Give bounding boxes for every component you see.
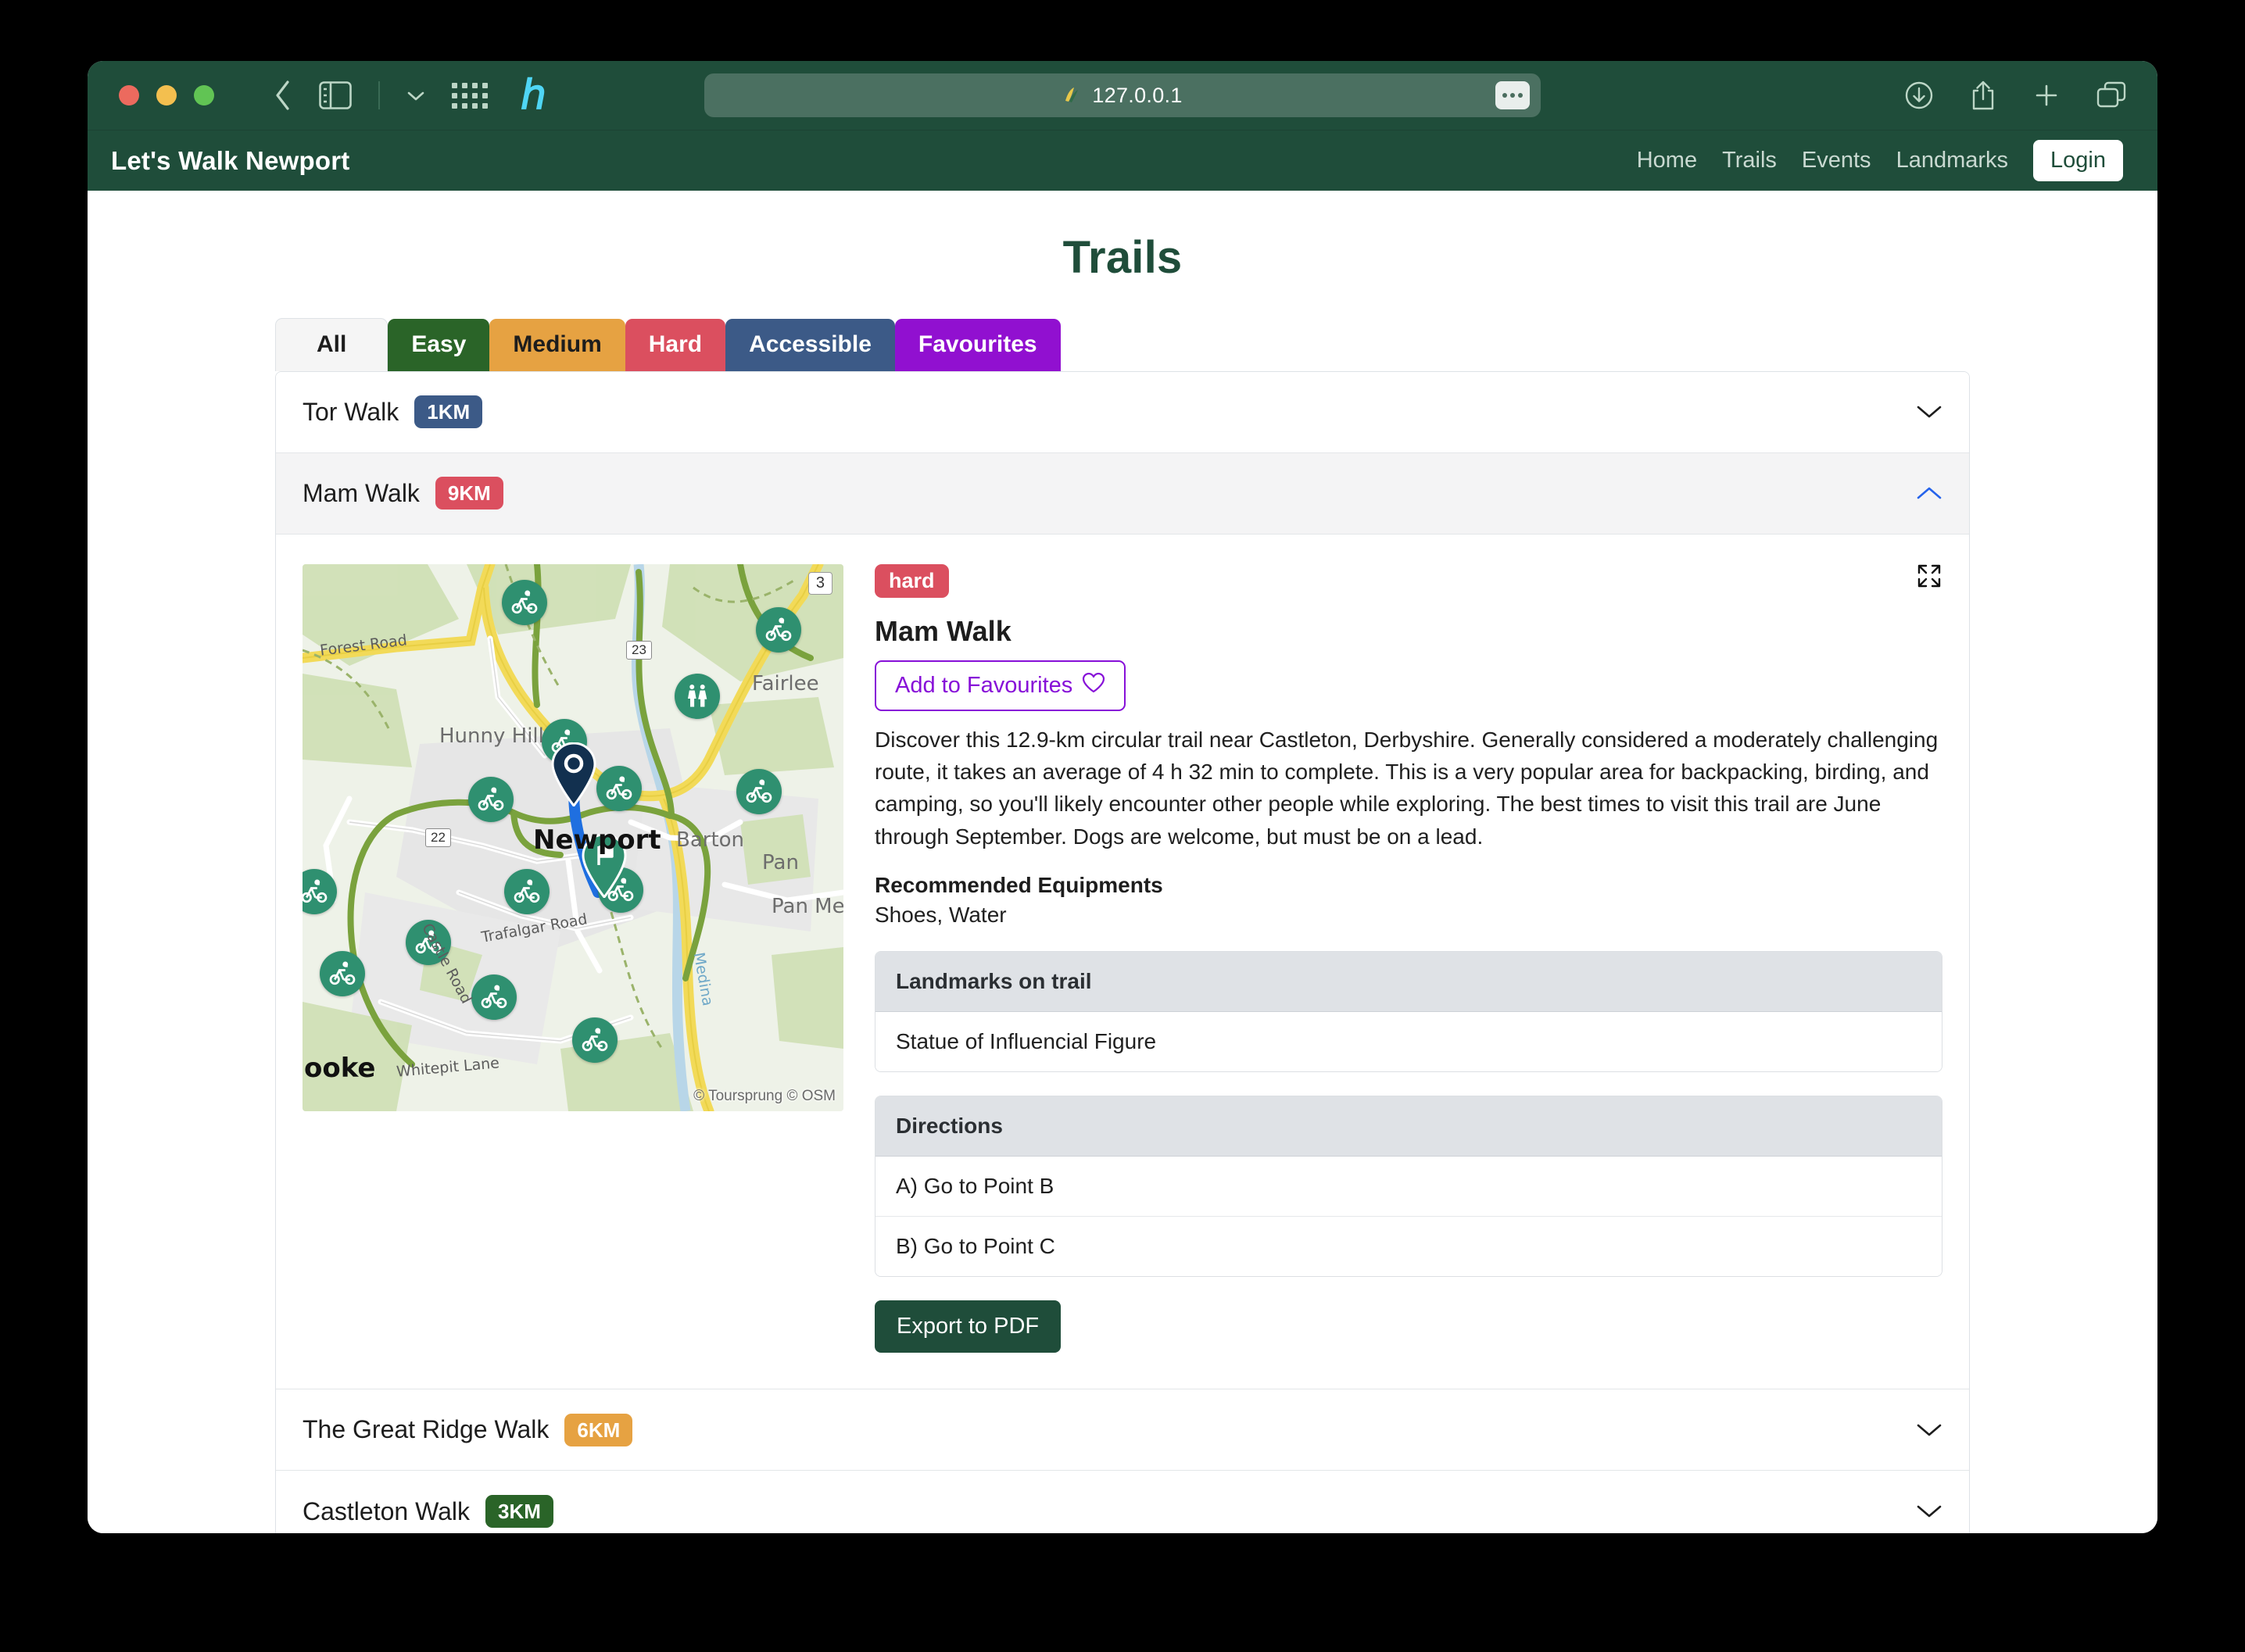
bicycle-icon[interactable] (471, 974, 517, 1020)
chevron-down-icon[interactable] (1916, 404, 1942, 420)
add-to-favourites-label: Add to Favourites (895, 673, 1072, 699)
share-icon[interactable] (1970, 80, 1996, 111)
restroom-icon[interactable] (675, 674, 720, 719)
trail-row-tor-walk[interactable]: Tor Walk 1KM (276, 372, 1969, 453)
trail-name: Castleton Walk (303, 1497, 470, 1526)
list-item: B) Go to Point C (875, 1217, 1942, 1276)
trail-name: The Great Ridge Walk (303, 1415, 549, 1444)
trail-detail-panel: 3 (276, 535, 1969, 1390)
trail-map[interactable]: 3 (303, 564, 843, 1111)
heart-outline-icon (1082, 672, 1105, 699)
trail-description: Discover this 12.9-km circular trail nea… (875, 724, 1942, 853)
site-navbar: Let's Walk Newport Home Trails Events La… (88, 130, 2157, 191)
back-chevron-icon[interactable] (272, 79, 292, 112)
tab-overview-icon[interactable] (2096, 81, 2126, 109)
chevron-down-icon[interactable] (1916, 1422, 1942, 1438)
address-bar[interactable]: 127.0.0.1 (704, 73, 1541, 117)
map-road-shield: 22 (425, 828, 451, 847)
export-to-pdf-button[interactable]: Export to PDF (875, 1300, 1061, 1353)
trail-distance-badge: 9KM (435, 477, 503, 510)
chevron-up-icon[interactable] (1916, 485, 1942, 501)
bicycle-icon[interactable] (502, 580, 547, 625)
chevron-down-icon[interactable] (406, 85, 425, 105)
apps-grid-icon[interactable] (452, 83, 488, 109)
page-menu-ellipsis-icon[interactable] (1495, 81, 1530, 109)
list-item: Statue of Influencial Figure (875, 1012, 1942, 1071)
nav-link-landmarks[interactable]: Landmarks (1884, 148, 2021, 173)
bicycle-icon[interactable] (320, 951, 365, 996)
page-content: Trails All Easy Medium Hard Accessible F… (88, 191, 2157, 1533)
trail-distance-badge: 1KM (414, 395, 482, 428)
chevron-down-icon[interactable] (1916, 1504, 1942, 1519)
landmarks-heading: Landmarks on trail (875, 952, 1942, 1012)
map-route-shield: 3 (808, 572, 832, 595)
trail-distance-badge: 3KM (485, 1495, 553, 1528)
browser-window: 𝘩 127.0.0.1 (88, 61, 2157, 1533)
trail-row-the-great-ridge-walk[interactable]: The Great Ridge Walk 6KM (276, 1389, 1969, 1471)
trail-name: Tor Walk (303, 398, 399, 427)
address-bar-container: 127.0.0.1 (704, 73, 1541, 117)
minimize-window-button[interactable] (156, 85, 177, 105)
main-nav: Home Trails Events Landmarks Login (1624, 140, 2123, 181)
bicycle-icon[interactable] (596, 766, 642, 811)
nav-link-events[interactable]: Events (1789, 148, 1884, 173)
trails-container: All Easy Medium Hard Accessible Favourit… (275, 318, 1970, 1533)
nav-link-trails[interactable]: Trails (1710, 148, 1789, 173)
site-brand[interactable]: Let's Walk Newport (111, 146, 349, 176)
difficulty-filter-tabs: All Easy Medium Hard Accessible Favourit… (275, 318, 1970, 371)
map-attribution: © Toursprung © OSM (693, 1088, 836, 1105)
directions-list: Directions A) Go to Point B B) Go to Poi… (875, 1096, 1942, 1277)
start-pin-icon[interactable] (550, 742, 598, 806)
login-button[interactable]: Login (2033, 140, 2123, 181)
landmarks-list: Landmarks on trail Statue of Influencial… (875, 951, 1942, 1072)
tab-easy[interactable]: Easy (388, 319, 489, 371)
finish-flag-pin-icon[interactable] (580, 834, 628, 898)
page-title: Trails (88, 231, 2157, 284)
trail-distance-badge: 6KM (564, 1414, 632, 1446)
trail-row-mam-walk[interactable]: Mam Walk 9KM (276, 453, 1969, 535)
fullscreen-expand-icon[interactable] (1916, 563, 1942, 593)
sidebar-toggle-icon[interactable] (319, 81, 352, 109)
trail-detail-content: hard Mam Walk Add to Favourites Discover… (875, 564, 1942, 1353)
equipment-heading: Recommended Equipments (875, 873, 1942, 898)
tab-medium[interactable]: Medium (489, 319, 625, 371)
close-window-button[interactable] (119, 85, 139, 105)
equipment-value: Shoes, Water (875, 903, 1942, 928)
difficulty-badge: hard (875, 564, 949, 598)
add-to-favourites-button[interactable]: Add to Favourites (875, 660, 1126, 711)
tab-all[interactable]: All (275, 318, 388, 371)
toolbar-divider (378, 81, 380, 109)
trails-accordion: Tor Walk 1KM Mam Walk 9KM (275, 371, 1970, 1534)
bicycle-icon[interactable] (406, 920, 451, 965)
lily-favicon (1062, 85, 1083, 105)
trail-row-castleton-walk[interactable]: Castleton Walk 3KM (276, 1471, 1969, 1533)
honey-extension-icon[interactable]: 𝘩 (521, 75, 546, 116)
bicycle-icon[interactable] (736, 769, 782, 814)
bicycle-icon[interactable] (468, 777, 514, 822)
tab-hard[interactable]: Hard (625, 319, 725, 371)
new-tab-plus-icon[interactable] (2032, 81, 2061, 109)
directions-heading: Directions (875, 1096, 1942, 1157)
bicycle-icon[interactable] (572, 1017, 618, 1063)
window-traffic-lights (119, 85, 214, 105)
tab-favourites[interactable]: Favourites (895, 319, 1061, 371)
bicycle-icon[interactable] (504, 869, 550, 914)
trail-name: Mam Walk (303, 479, 420, 508)
map-road-shield: 23 (626, 641, 652, 660)
address-bar-url: 127.0.0.1 (1092, 84, 1182, 108)
nav-link-home[interactable]: Home (1624, 148, 1710, 173)
bicycle-icon[interactable] (756, 607, 801, 653)
downloads-icon[interactable] (1904, 80, 1934, 110)
trail-detail-title: Mam Walk (875, 615, 1942, 648)
list-item: A) Go to Point B (875, 1157, 1942, 1217)
browser-toolbar: 𝘩 127.0.0.1 (88, 61, 2157, 130)
zoom-window-button[interactable] (194, 85, 214, 105)
tab-accessible[interactable]: Accessible (725, 319, 895, 371)
